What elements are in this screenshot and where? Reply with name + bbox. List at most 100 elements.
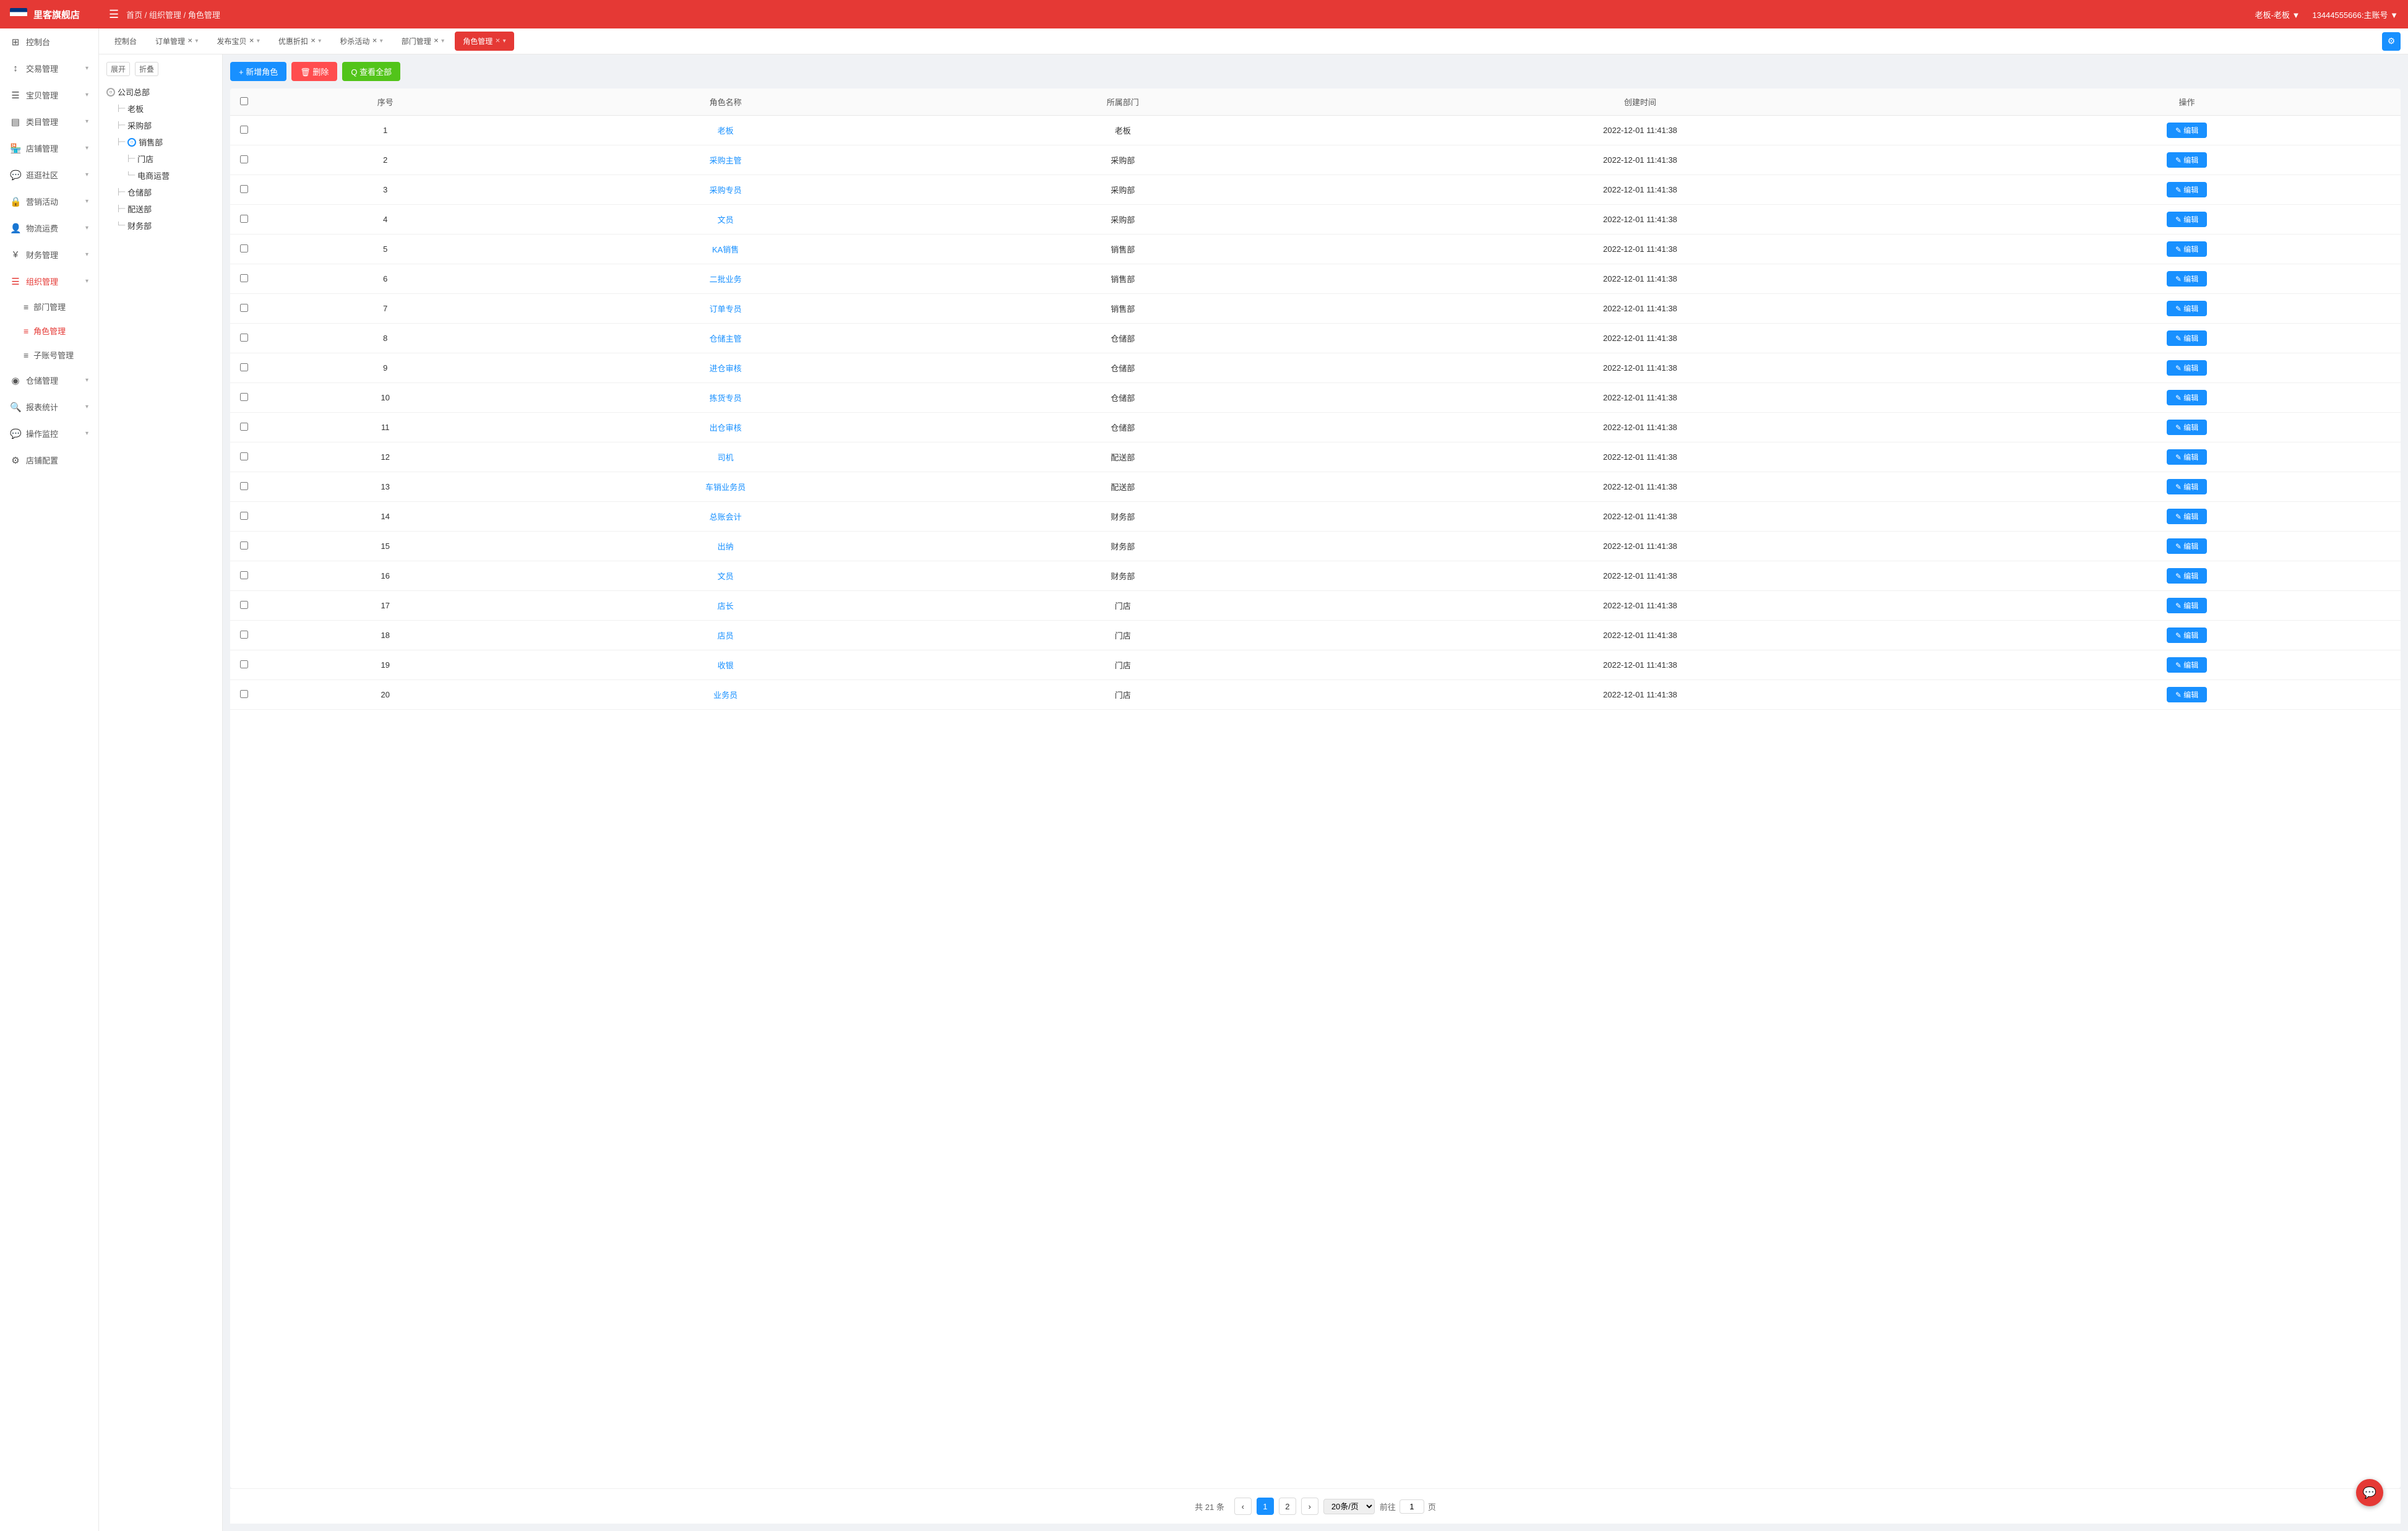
page-1-btn[interactable]: 1: [1257, 1498, 1274, 1515]
sidebar-item-logistics[interactable]: 👤 物流运费 ▾: [0, 215, 98, 241]
user-name[interactable]: 老板-老板 ▼: [2255, 9, 2300, 20]
edit-role-button[interactable]: ✎ 编辑: [2167, 360, 2207, 376]
edit-role-button[interactable]: ✎ 编辑: [2167, 598, 2207, 613]
breadcrumb-org[interactable]: 组织管理: [149, 11, 181, 20]
edit-role-button[interactable]: ✎ 编辑: [2167, 123, 2207, 138]
sidebar-item-marketing[interactable]: 🔒 营销活动 ▾: [0, 188, 98, 215]
row-role-name[interactable]: 订单专员: [513, 294, 939, 324]
sidebar-item-org[interactable]: ☰ 组织管理 ▾: [0, 268, 98, 295]
row-checkbox[interactable]: [240, 393, 248, 401]
tree-expand-btn[interactable]: 展开: [106, 62, 130, 76]
row-role-name[interactable]: 采购主管: [513, 145, 939, 175]
tab-order-close[interactable]: ✕: [187, 38, 192, 45]
page-size-select[interactable]: 20条/页: [1323, 1499, 1375, 1514]
row-checkbox[interactable]: [240, 512, 248, 520]
tree-node-delivery[interactable]: ├─ 配送部: [116, 201, 215, 217]
next-page-btn[interactable]: ›: [1301, 1498, 1318, 1515]
tab-flash-close[interactable]: ✕: [372, 38, 377, 45]
row-checkbox[interactable]: [240, 155, 248, 163]
tab-settings-icon[interactable]: ⚙: [2382, 32, 2401, 51]
row-checkbox[interactable]: [240, 215, 248, 223]
row-checkbox[interactable]: [240, 244, 248, 252]
row-checkbox[interactable]: [240, 423, 248, 431]
add-role-button[interactable]: + 新增角色: [230, 62, 286, 81]
tree-collapse-btn[interactable]: 折叠: [135, 62, 158, 76]
row-role-name[interactable]: 老板: [513, 116, 939, 145]
row-checkbox[interactable]: [240, 631, 248, 639]
view-all-button[interactable]: Q 查看全部: [342, 62, 400, 81]
delete-button[interactable]: 🗑 删除: [291, 62, 337, 81]
sidebar-item-category[interactable]: ▤ 类目管理 ▾: [0, 108, 98, 135]
tree-node-purchase[interactable]: ├─ 采购部: [116, 117, 215, 134]
edit-role-button[interactable]: ✎ 编辑: [2167, 271, 2207, 287]
tab-deptmgr-close[interactable]: ✕: [434, 38, 439, 45]
sidebar-item-shopconfig[interactable]: ⚙ 店铺配置: [0, 447, 98, 473]
edit-role-button[interactable]: ✎ 编辑: [2167, 330, 2207, 346]
row-role-name[interactable]: 车销业务员: [513, 472, 939, 502]
tree-node-warehouse-node[interactable]: ├─ 仓储部: [116, 184, 215, 201]
tab-order[interactable]: 订单管理 ✕ ▾: [147, 32, 206, 51]
row-checkbox[interactable]: [240, 660, 248, 668]
tree-node-sales[interactable]: ├─ ○ 销售部: [116, 134, 215, 150]
sidebar-item-finance[interactable]: ¥ 财务管理 ▾: [0, 241, 98, 268]
edit-role-button[interactable]: ✎ 编辑: [2167, 657, 2207, 673]
tree-node-store-node[interactable]: ├─ 门店: [126, 150, 215, 167]
row-role-name[interactable]: 总账会计: [513, 502, 939, 532]
breadcrumb-home[interactable]: 首页: [126, 11, 142, 20]
sidebar-item-dashboard[interactable]: ⊞ 控制台: [0, 28, 98, 55]
edit-role-button[interactable]: ✎ 编辑: [2167, 241, 2207, 257]
row-checkbox[interactable]: [240, 274, 248, 282]
sidebar-item-community[interactable]: 💬 逛逛社区 ▾: [0, 162, 98, 188]
tree-node-ecom[interactable]: └─ 电商运营: [126, 167, 215, 184]
tab-publish-close[interactable]: ✕: [249, 38, 254, 45]
edit-role-button[interactable]: ✎ 编辑: [2167, 568, 2207, 584]
edit-role-button[interactable]: ✎ 编辑: [2167, 687, 2207, 702]
tree-node-finance-node[interactable]: └─ 财务部: [116, 217, 215, 234]
row-role-name[interactable]: 司机: [513, 442, 939, 472]
row-checkbox[interactable]: [240, 452, 248, 460]
breadcrumb-role[interactable]: 角色管理: [188, 11, 220, 20]
tab-rolemgr-close[interactable]: ✕: [495, 38, 500, 45]
row-role-name[interactable]: 采购专员: [513, 175, 939, 205]
tab-flash[interactable]: 秒杀活动 ✕ ▾: [332, 32, 390, 51]
menu-toggle-icon[interactable]: ☰: [109, 8, 119, 21]
tab-dashboard[interactable]: 控制台: [106, 32, 145, 51]
row-checkbox[interactable]: [240, 541, 248, 550]
tab-deptmgr[interactable]: 部门管理 ✕ ▾: [393, 32, 452, 51]
row-role-name[interactable]: 业务员: [513, 680, 939, 710]
sidebar-sub-item-role[interactable]: ≡ 角色管理: [0, 319, 98, 343]
row-role-name[interactable]: 二批业务: [513, 264, 939, 294]
tab-discount-close[interactable]: ✕: [311, 38, 316, 45]
row-role-name[interactable]: 仓储主管: [513, 324, 939, 353]
tree-node-boss[interactable]: ├─ 老板: [116, 100, 215, 117]
row-role-name[interactable]: 店长: [513, 591, 939, 621]
sidebar-item-store[interactable]: 🏪 店铺管理 ▾: [0, 135, 98, 162]
row-checkbox[interactable]: [240, 363, 248, 371]
prev-page-btn[interactable]: ‹: [1234, 1498, 1252, 1515]
edit-role-button[interactable]: ✎ 编辑: [2167, 420, 2207, 435]
row-role-name[interactable]: 文员: [513, 205, 939, 235]
row-role-name[interactable]: 出仓审核: [513, 413, 939, 442]
row-role-name[interactable]: 文员: [513, 561, 939, 591]
row-checkbox[interactable]: [240, 601, 248, 609]
row-role-name[interactable]: 出纳: [513, 532, 939, 561]
row-role-name[interactable]: 进仓审核: [513, 353, 939, 383]
row-checkbox[interactable]: [240, 334, 248, 342]
account-info[interactable]: 13444555666:主账号 ▼: [2312, 9, 2398, 20]
edit-role-button[interactable]: ✎ 编辑: [2167, 627, 2207, 643]
page-2-btn[interactable]: 2: [1279, 1498, 1296, 1515]
edit-role-button[interactable]: ✎ 编辑: [2167, 212, 2207, 227]
sidebar-item-monitor[interactable]: 💬 操作监控 ▾: [0, 420, 98, 447]
edit-role-button[interactable]: ✎ 编辑: [2167, 390, 2207, 405]
row-role-name[interactable]: 店员: [513, 621, 939, 650]
float-chat-btn[interactable]: 💬: [2356, 1479, 2383, 1506]
edit-role-button[interactable]: ✎ 编辑: [2167, 152, 2207, 168]
row-checkbox[interactable]: [240, 482, 248, 490]
row-checkbox[interactable]: [240, 690, 248, 698]
page-goto-input[interactable]: [1400, 1499, 1424, 1514]
edit-role-button[interactable]: ✎ 编辑: [2167, 182, 2207, 197]
sidebar-item-goods[interactable]: ☰ 宝贝管理 ▾: [0, 82, 98, 108]
row-checkbox[interactable]: [240, 571, 248, 579]
edit-role-button[interactable]: ✎ 编辑: [2167, 301, 2207, 316]
row-checkbox[interactable]: [240, 185, 248, 193]
